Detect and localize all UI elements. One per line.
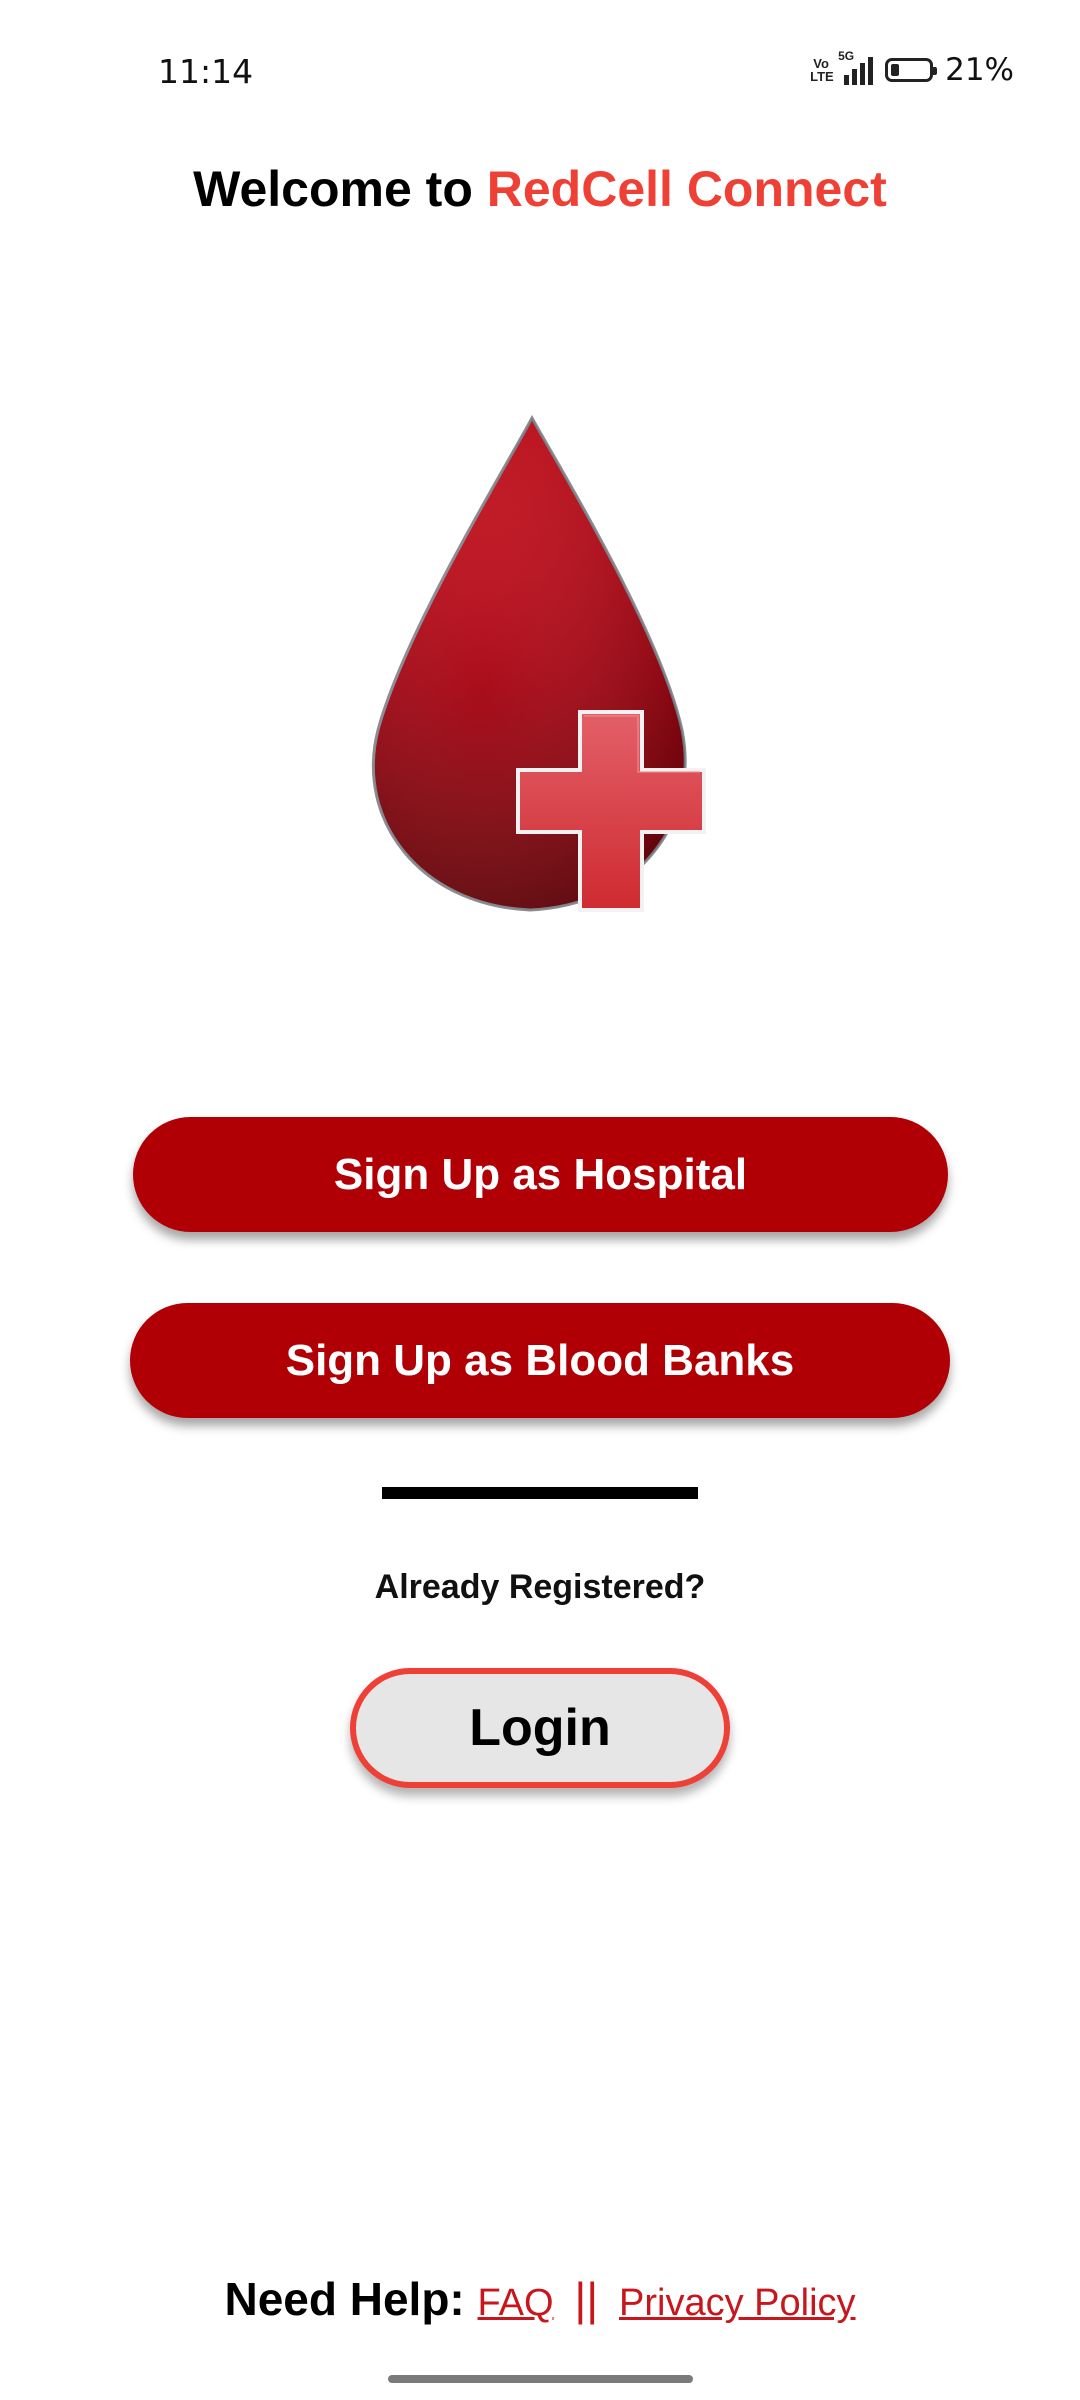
- battery-percent: 21%: [945, 52, 1014, 88]
- status-icons: Vo LTE 5G 21%: [810, 49, 1014, 90]
- welcome-prefix: Welcome to: [193, 161, 487, 217]
- network-type-label: 5G: [838, 49, 855, 63]
- home-indicator[interactable]: [388, 2375, 693, 2383]
- signal-5g-icon: 5G: [838, 49, 874, 85]
- welcome-title: Welcome to RedCell Connect: [0, 160, 1080, 218]
- login-button[interactable]: Login: [350, 1668, 730, 1788]
- brand-name: RedCell Connect: [486, 161, 887, 217]
- battery-icon: [885, 58, 938, 82]
- signup-hospital-button[interactable]: Sign Up as Hospital: [133, 1117, 948, 1232]
- already-registered-label: Already Registered?: [374, 1568, 706, 1606]
- status-time: 11:14: [158, 52, 254, 91]
- battery-fill: [891, 64, 900, 76]
- faq-link[interactable]: FAQ: [478, 2282, 554, 2324]
- signup-bloodbank-button[interactable]: Sign Up as Blood Banks: [130, 1303, 950, 1418]
- privacy-policy-link[interactable]: Privacy Policy: [619, 2282, 856, 2324]
- divider: [382, 1487, 698, 1499]
- need-help-label: Need Help:: [224, 2273, 465, 2325]
- status-bar: 11:14 Vo LTE 5G 21%: [0, 0, 1080, 140]
- blood-drop-plus-icon: [372, 414, 706, 912]
- link-separator: ||: [574, 2273, 599, 2325]
- help-footer: Need Help: FAQ || Privacy Policy: [0, 2272, 1080, 2326]
- volte-icon: Vo LTE: [810, 56, 834, 84]
